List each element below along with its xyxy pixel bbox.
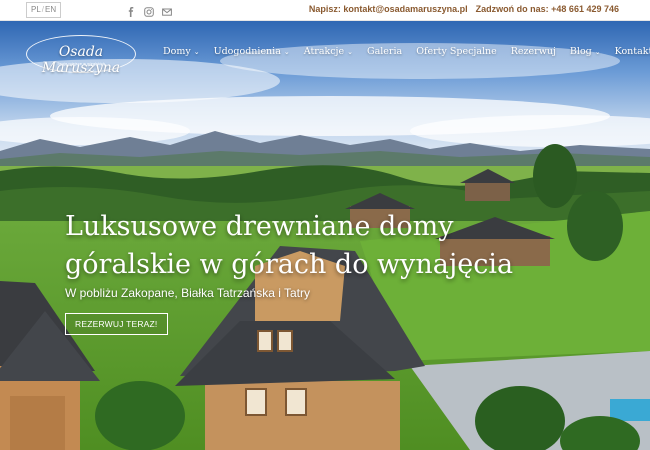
nav-item-udogodnienia[interactable]: Udogodnienia ⌄ (214, 46, 290, 57)
nav-label: Atrakcje (303, 46, 345, 57)
nav-item-atrakcje[interactable]: Atrakcje ⌄ (304, 46, 353, 57)
nav-label: Galeria (367, 46, 403, 57)
nav-label: Oferty Specjalne (416, 46, 497, 57)
hero-headline: Luksusowe drewniane domy góralskie w gór… (65, 208, 545, 284)
hero-headline-line-2: góralskie w górach do wynajęcia (65, 249, 514, 280)
top-bar: PL/EN Napisz: kontakt@osadamaruszyna.pl … (0, 0, 650, 21)
logo-name: Osada Maruszyna (41, 44, 121, 76)
lang-pl[interactable]: PL (31, 5, 41, 14)
chevron-down-icon: ⌄ (193, 48, 200, 56)
language-switcher[interactable]: PL/EN (26, 2, 62, 18)
book-now-button[interactable]: REZERWUJ TERAZ! (65, 313, 168, 335)
instagram-icon[interactable] (144, 4, 154, 17)
contact-info: Napisz: kontakt@osadamaruszyna.pl Zadzwo… (309, 4, 619, 14)
nav-item-kontakt[interactable]: Kontakt⌄ (615, 46, 650, 57)
mail-icon[interactable] (162, 4, 172, 16)
nav-item-domy[interactable]: Domy ⌄ (163, 46, 200, 57)
logo-tagline: Twoje miejsce w góralskich (56, 61, 106, 66)
phone-link[interactable]: Zadzwoń do nas: +48 661 429 746 (476, 4, 619, 14)
lang-en[interactable]: EN (45, 5, 56, 14)
hero-section: Osada Maruszyna Twoje miejsce w góralski… (0, 21, 650, 450)
chevron-down-icon: ⌄ (347, 48, 354, 56)
site-logo[interactable]: Osada Maruszyna Twoje miejsce w góralski… (26, 35, 136, 76)
main-nav: Domy ⌄ Udogodnienia ⌄ Atrakcje ⌄ Galeria Of… (163, 46, 650, 57)
facebook-icon[interactable] (126, 4, 136, 17)
nav-item-oferty-specjalne[interactable]: Oferty Specjalne (416, 46, 497, 57)
nav-label: Domy (163, 46, 191, 57)
nav-item-galeria[interactable]: Galeria (367, 46, 402, 57)
nav-item-rezerwuj[interactable]: Rezerwuj (511, 46, 556, 57)
social-links (126, 4, 172, 17)
nav-label: Blog (569, 46, 592, 57)
nav-label: Udogodnienia (213, 46, 281, 57)
email-link[interactable]: Napisz: kontakt@osadamaruszyna.pl (309, 4, 468, 14)
nav-item-blog[interactable]: Blog ⌄ (570, 46, 601, 57)
hero-subline: W pobliżu Zakopane, Białka Tatrzańska i … (65, 286, 311, 300)
chevron-down-icon: ⌄ (283, 48, 290, 56)
nav-label: Kontakt (614, 46, 650, 57)
hero-headline-line-1: Luksusowe drewniane domy (65, 211, 454, 242)
nav-label: Rezerwuj (510, 46, 556, 57)
chevron-down-icon: ⌄ (594, 48, 601, 56)
